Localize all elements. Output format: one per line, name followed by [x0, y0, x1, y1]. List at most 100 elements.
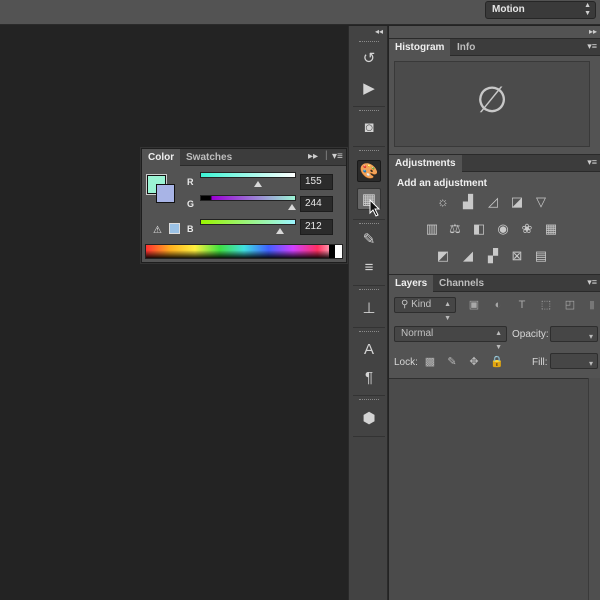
tab-adjustments[interactable]: Adjustments [389, 155, 462, 172]
green-value-input[interactable]: 244 [300, 196, 333, 212]
red-value-input[interactable]: 155 [300, 174, 333, 190]
filter-type-icon[interactable]: T [515, 298, 529, 312]
divider: | [325, 150, 328, 161]
filter-smart-object-icon[interactable]: ◰ [563, 298, 577, 312]
chevron-updown-icon: ▲ ▼ [584, 2, 591, 17]
chevron-updown-icon: ▲ ▼ [495, 330, 502, 351]
vibrance-icon[interactable]: ▽ [532, 194, 550, 210]
levels-icon[interactable]: ▟ [459, 194, 477, 210]
panel-icon-dock: ◂◂ ↺ ▶ ◙ 🎨 ▦ ✎ ≡ ⊥ A ¶ ⬢ [348, 26, 388, 600]
out-of-gamut-warning-icon[interactable]: ⚠ [153, 225, 162, 236]
dock-grip[interactable] [359, 331, 379, 334]
collapse-panel-icon[interactable]: ▸▸ [308, 151, 318, 162]
tab-info[interactable]: Info [451, 39, 481, 56]
fill-label: Fill: [532, 357, 548, 368]
layers-list[interactable] [389, 378, 600, 600]
opacity-label: Opacity: [512, 329, 549, 340]
panel-menu-icon[interactable]: ▾≡ [587, 41, 597, 52]
green-slider-knob[interactable] [287, 204, 296, 210]
filter-kind-label: Kind [411, 299, 432, 310]
chevron-down-icon: ▾ [588, 332, 593, 341]
layers-scrollbar[interactable] [588, 378, 600, 600]
background-color-swatch[interactable] [156, 184, 175, 203]
canvas-area[interactable] [0, 26, 348, 600]
color-lookup-icon[interactable]: ▦ [542, 221, 560, 237]
brightness-icon[interactable]: ☼ [434, 194, 452, 210]
blue-slider[interactable] [200, 219, 296, 225]
fill-input[interactable]: ▾ [550, 353, 598, 369]
threshold-icon[interactable]: ▞ [484, 248, 502, 264]
filter-pixel-icon[interactable]: ▣ [467, 298, 481, 312]
dock-grip[interactable] [359, 223, 379, 226]
blend-mode-select[interactable]: Normal ▲ ▼ [394, 326, 507, 351]
invert-icon[interactable]: ◩ [434, 248, 452, 264]
workspace-select[interactable]: Motion ▲ ▼ [485, 1, 596, 19]
dock-grip[interactable] [359, 41, 379, 44]
web-safe-color-swatch[interactable] [169, 223, 180, 234]
filter-shape-icon[interactable]: ⬚ [539, 298, 553, 312]
color-panel: Color Swatches ▸▸ | ▾≡ ⚠ R 155 G 244 B 2… [141, 148, 347, 263]
panel-menu-icon[interactable]: ▾≡ [587, 277, 597, 288]
exposure-icon[interactable]: ◪ [508, 194, 526, 210]
channel-mixer-icon[interactable]: ❀ [518, 221, 536, 237]
panel-menu-icon[interactable]: ▾≡ [587, 157, 597, 168]
brush-presets-icon[interactable]: ✎ [357, 229, 381, 251]
adjustments-panel-header: Adjustments ▾≡ [389, 154, 600, 172]
blue-value-input[interactable]: 212 [300, 219, 333, 235]
black-white-icon[interactable]: ◧ [470, 221, 488, 237]
right-panel-column: ▸▸ Histogram Info ▾≡ ∅ Adjustments ▾≡ Ad… [389, 26, 600, 600]
histogram-display: ∅ [394, 61, 590, 147]
lock-position-icon[interactable]: ✥ [468, 356, 480, 368]
lock-transparent-pixels-icon[interactable]: ▩ [424, 356, 436, 368]
filter-toggle-icon[interactable]: ▮ [585, 298, 599, 312]
3d-cube-icon[interactable]: ⬢ [357, 408, 381, 430]
opacity-input[interactable]: ▾ [550, 326, 598, 342]
actions-play-icon[interactable]: ▶ [357, 78, 381, 100]
properties-icon[interactable]: ◙ [357, 117, 381, 139]
brush-settings-icon[interactable]: ≡ [357, 257, 381, 279]
curves-icon[interactable]: ◿ [484, 194, 502, 210]
color-balance-icon[interactable]: ⚖ [446, 221, 464, 237]
color-panel-tabs: Color Swatches ▸▸ | ▾≡ [142, 149, 346, 166]
dock-separator [353, 395, 385, 396]
tab-histogram[interactable]: Histogram [389, 39, 451, 56]
color-palette-icon[interactable]: 🎨 [357, 160, 381, 182]
layers-panel-header: Layers Channels ▾≡ [389, 274, 600, 292]
paragraph-icon[interactable]: ¶ [357, 367, 381, 389]
posterize-icon[interactable]: ◢ [459, 248, 477, 264]
hue-saturation-icon[interactable]: ▥ [423, 221, 441, 237]
dock-grip[interactable] [359, 289, 379, 292]
photo-filter-icon[interactable]: ◉ [494, 221, 512, 237]
workspace-label: Motion [492, 4, 525, 15]
green-slider[interactable] [200, 195, 296, 201]
history-icon[interactable]: ↺ [357, 48, 381, 70]
dock-grip[interactable] [359, 150, 379, 153]
dock-grip[interactable] [359, 399, 379, 402]
tab-layers[interactable]: Layers [389, 275, 434, 292]
clone-source-icon[interactable]: ⊥ [357, 298, 381, 320]
panel-menu-icon[interactable]: ▾≡ [332, 151, 343, 162]
red-slider[interactable] [200, 172, 296, 178]
filter-adjustment-icon[interactable]: ◐ [491, 298, 505, 312]
white-swatch[interactable] [335, 245, 342, 258]
red-slider-knob[interactable] [254, 181, 263, 187]
blue-slider-knob[interactable] [275, 228, 284, 234]
dock-grip[interactable] [359, 110, 379, 113]
layer-filter-select[interactable]: ⚲ Kind ▲ ▼ [394, 297, 456, 322]
tab-channels[interactable]: Channels [433, 275, 490, 292]
selective-color-icon[interactable]: ⊠ [508, 248, 526, 264]
color-spectrum-ramp[interactable] [145, 244, 343, 259]
blend-mode-label: Normal [401, 328, 434, 339]
gradient-map-icon[interactable]: ▤ [532, 248, 550, 264]
lock-all-icon[interactable]: 🔒 [490, 356, 504, 368]
dock-separator [353, 219, 385, 220]
collapse-dock-icon[interactable]: ◂◂ [375, 27, 383, 36]
channel-label-b: B [187, 224, 194, 234]
options-bar: Motion ▲ ▼ [0, 0, 600, 25]
expand-panels-icon[interactable]: ▸▸ [589, 27, 597, 36]
lock-image-pixels-icon[interactable]: ✎ [446, 356, 458, 368]
dock-separator [353, 285, 385, 286]
character-icon[interactable]: A [357, 339, 381, 361]
tab-color[interactable]: Color [142, 149, 181, 166]
tab-swatches[interactable]: Swatches [180, 149, 238, 166]
